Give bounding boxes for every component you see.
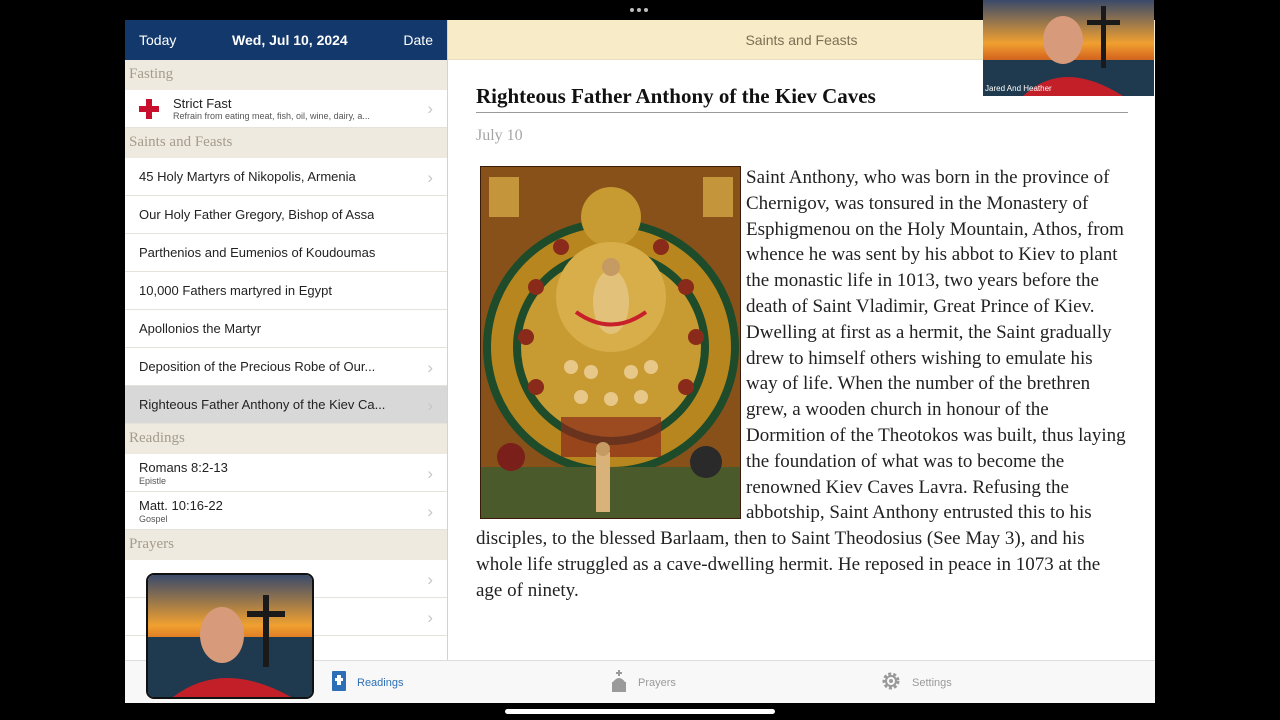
reading-type: Epistle (139, 475, 167, 486)
saint-label: Deposition of the Precious Robe of Our..… (139, 359, 376, 374)
saint-label: Our Holy Father Gregory, Bishop of Assa (139, 207, 375, 222)
chevron-right-icon: › (427, 99, 433, 118)
saint-label: 10,000 Fathers martyred in Egypt (139, 283, 332, 298)
saint-item[interactable]: 10,000 Fathers martyred in Egypt (125, 272, 447, 310)
saint-label: Righteous Father Anthony of the Kiev Ca.… (139, 397, 386, 412)
chevron-right-icon: › (427, 607, 433, 627)
book-icon (331, 670, 347, 695)
webcam-name-label: Jared And Heather (985, 84, 1052, 93)
sidebar-header: Today Wed, Jul 10, 2024 Date (125, 20, 447, 60)
reading-title: Romans 8:2-13 (139, 459, 228, 475)
tab-prayers[interactable]: Prayers (610, 661, 676, 703)
chevron-right-icon: › (427, 395, 433, 415)
tab-prayers-label: Prayers (638, 676, 676, 689)
chevron-right-icon: › (427, 463, 433, 483)
saint-item[interactable]: Our Holy Father Gregory, Bishop of Assa (125, 196, 447, 234)
home-indicator[interactable] (505, 709, 775, 714)
article-date: July 10 (476, 127, 523, 144)
reading-item[interactable]: Romans 8:2-13 Epistle › (125, 454, 447, 492)
saint-item-selected[interactable]: Righteous Father Anthony of the Kiev Ca.… (125, 386, 447, 424)
chevron-right-icon: › (427, 167, 433, 187)
section-fasting: Fasting (125, 60, 447, 90)
fast-cross-icon (139, 98, 159, 119)
current-date-title: Wed, Jul 10, 2024 (232, 32, 348, 48)
saint-label: Apollonios the Martyr (139, 321, 262, 336)
saint-item[interactable]: Deposition of the Precious Robe of Our..… (125, 348, 447, 386)
article: Righteous Father Anthony of the Kiev Cav… (476, 60, 1128, 604)
today-button[interactable]: Today (139, 32, 176, 48)
date-picker-button[interactable]: Date (403, 32, 433, 48)
reading-title: Matt. 10:16-22 (139, 497, 223, 513)
tab-settings[interactable]: Settings (880, 661, 952, 703)
tab-settings-label: Settings (912, 676, 952, 689)
fast-description: Refrain from eating meat, fish, oil, win… (173, 111, 370, 121)
saint-item[interactable]: Apollonios the Martyr (125, 310, 447, 348)
gear-icon (880, 670, 902, 695)
webcam-overlay-top: Jared And Heather (983, 0, 1154, 96)
chevron-right-icon: › (427, 569, 433, 589)
saint-item[interactable]: Parthenios and Eumenios of Koudoumas (125, 234, 447, 272)
saint-label: Parthenios and Eumenios of Koudoumas (139, 245, 376, 260)
article-body-container: Saint Anthony, who was born in the provi… (476, 165, 1128, 604)
saint-item[interactable]: 45 Holy Martyrs of Nikopolis, Armenia › (125, 158, 447, 196)
webcam-overlay-bottom (146, 573, 314, 699)
reading-type: Gospel (139, 513, 168, 524)
tab-readings[interactable]: Readings (331, 661, 403, 703)
tab-readings-label: Readings (357, 676, 404, 689)
detail-pane: Saints and Feasts Righteous Father Antho… (448, 20, 1155, 660)
chevron-right-icon: › (427, 501, 433, 521)
fast-item[interactable]: Strict Fast Refrain from eating meat, fi… (125, 90, 447, 128)
fast-title: Strict Fast (173, 96, 232, 111)
saint-icon-image (480, 166, 741, 519)
chevron-right-icon: › (427, 357, 433, 377)
multitasking-dots[interactable] (630, 8, 648, 12)
section-readings: Readings (125, 424, 447, 454)
saint-label: 45 Holy Martyrs of Nikopolis, Armenia (139, 169, 356, 184)
church-icon (610, 670, 628, 695)
section-prayers: Prayers (125, 530, 447, 560)
reading-item[interactable]: Matt. 10:16-22 Gospel › (125, 492, 447, 530)
section-saints: Saints and Feasts (125, 128, 447, 158)
sidebar: Today Wed, Jul 10, 2024 Date Fasting Str… (125, 20, 448, 660)
